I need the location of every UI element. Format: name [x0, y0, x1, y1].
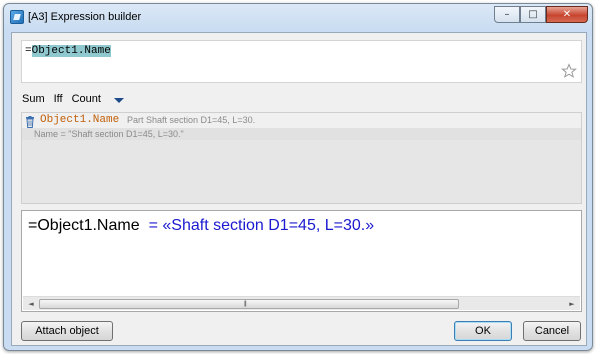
scroll-grip-icon: ||| [244, 301, 247, 307]
close-icon: ✕ [562, 9, 572, 20]
result-value: = «Shaft section D1=45, L=30.» [148, 217, 375, 234]
chevron-down-icon[interactable] [113, 97, 124, 103]
attach-object-button[interactable]: Attach object [21, 321, 113, 341]
cancel-button[interactable]: Cancel [523, 321, 581, 341]
scroll-left-icon[interactable]: ◄ [25, 299, 37, 309]
object-name[interactable]: Object1.Name [40, 114, 119, 126]
result-preview[interactable]: =Object1.Name = «Shaft section D1=45, L=3… [21, 210, 582, 312]
list-item[interactable]: Object1.Name Part Shaft section D1=45, L… [22, 113, 581, 128]
expression-text[interactable]: =Object1.Name [25, 45, 111, 57]
star-icon[interactable] [561, 63, 577, 79]
result-expression: =Object1.Name [28, 217, 140, 234]
iff-function[interactable]: Iff [54, 93, 63, 105]
trash-icon[interactable] [25, 116, 35, 128]
minimize-button[interactable]: – [494, 6, 520, 23]
scroll-thumb[interactable]: ||| [39, 299, 459, 309]
function-toolbar: Sum Iff Count [22, 92, 124, 106]
close-button[interactable]: ✕ [546, 6, 588, 23]
minimize-icon: – [504, 9, 510, 20]
window-title: [A3] Expression builder [28, 11, 142, 23]
expression-prefix: = [25, 45, 32, 57]
object-property-list[interactable]: Object1.Name Part Shaft section D1=45, L… [21, 112, 582, 204]
expression-selection: Object1.Name [31, 45, 111, 57]
dialog-body: =Object1.Name Sum Iff Count Object1.Name [11, 32, 587, 346]
window-controls: – □ ✕ [494, 6, 588, 24]
ok-button[interactable]: OK [454, 321, 512, 341]
object-description: Part Shaft section D1=45, L=30. [127, 115, 256, 125]
property-value[interactable]: Name = "Shaft section D1=45, L=30." [34, 129, 184, 139]
scroll-right-icon[interactable]: ► [566, 299, 578, 309]
list-item[interactable]: Name = "Shaft section D1=45, L=30." [22, 128, 581, 140]
maximize-button[interactable]: □ [520, 6, 546, 23]
result-line: =Object1.Name = «Shaft section D1=45, L=3… [28, 217, 374, 235]
app-icon [10, 10, 24, 24]
sum-function[interactable]: Sum [22, 93, 45, 105]
expression-builder-window: [A3] Expression builder – □ ✕ =Object1.N… [3, 3, 593, 351]
maximize-icon: □ [528, 9, 538, 20]
horizontal-scrollbar[interactable]: ◄ ||| ► [23, 296, 580, 310]
expression-input[interactable]: =Object1.Name [21, 40, 582, 83]
title-bar[interactable]: [A3] Expression builder – □ ✕ [4, 4, 592, 30]
count-function[interactable]: Count [72, 93, 101, 105]
